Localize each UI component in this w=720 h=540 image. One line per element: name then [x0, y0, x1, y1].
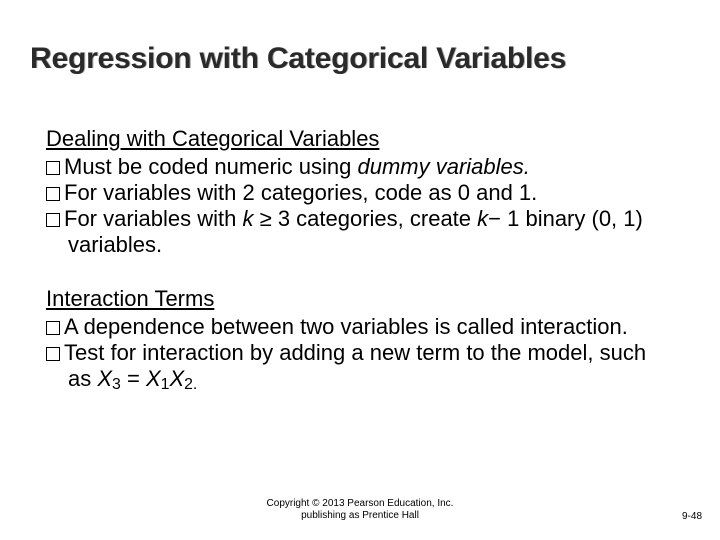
var-x: X [169, 366, 184, 391]
page-number: 9-48 [682, 511, 702, 522]
footer-copyright: Copyright © 2013 Pearson Education, Inc.… [0, 498, 720, 522]
bullet-4: A dependence between two variables is ca… [46, 314, 674, 340]
bullet-2: For variables with 2 categories, code as… [46, 180, 674, 206]
bullet-text: A dependence between two variables is ca… [64, 314, 628, 339]
bullet-text-italic: dummy variables. [358, 154, 530, 179]
var-k: k [477, 206, 488, 231]
var-x: X [97, 366, 112, 391]
slide-body: Dealing with Categorical Variables Must … [46, 126, 674, 394]
section1-heading: Dealing with Categorical Variables [46, 126, 674, 152]
subscript: 3 [112, 376, 121, 393]
checkbox-icon [46, 321, 60, 335]
checkbox-icon [46, 347, 60, 361]
checkbox-icon [46, 187, 60, 201]
bullet-3: For variables with k ≥ 3 categories, cre… [46, 206, 674, 258]
bullet-text: For variables with [64, 206, 243, 231]
slide: Regression with Categorical Variables De… [0, 0, 720, 540]
footer-line2: publishing as Prentice Hall [301, 510, 419, 521]
var-x: X [146, 366, 161, 391]
checkbox-icon [46, 161, 60, 175]
bullet-1: Must be coded numeric using dummy variab… [46, 154, 674, 180]
footer-line1: Copyright © 2013 Pearson Education, Inc. [267, 498, 454, 509]
bullet-text: Must be coded numeric using [64, 154, 358, 179]
equals: = [121, 366, 146, 391]
subscript: 2. [184, 376, 197, 393]
slide-title: Regression with Categorical Variables [30, 42, 566, 76]
section2: Interaction Terms A dependence between t… [46, 286, 674, 395]
section2-heading: Interaction Terms [46, 286, 674, 312]
bullet-text: ≥ 3 categories, create [254, 206, 478, 231]
var-k: k [243, 206, 254, 231]
checkbox-icon [46, 213, 60, 227]
bullet-text: For variables with 2 categories, code as… [64, 180, 537, 205]
bullet-5: Test for interaction by adding a new ter… [46, 340, 674, 395]
